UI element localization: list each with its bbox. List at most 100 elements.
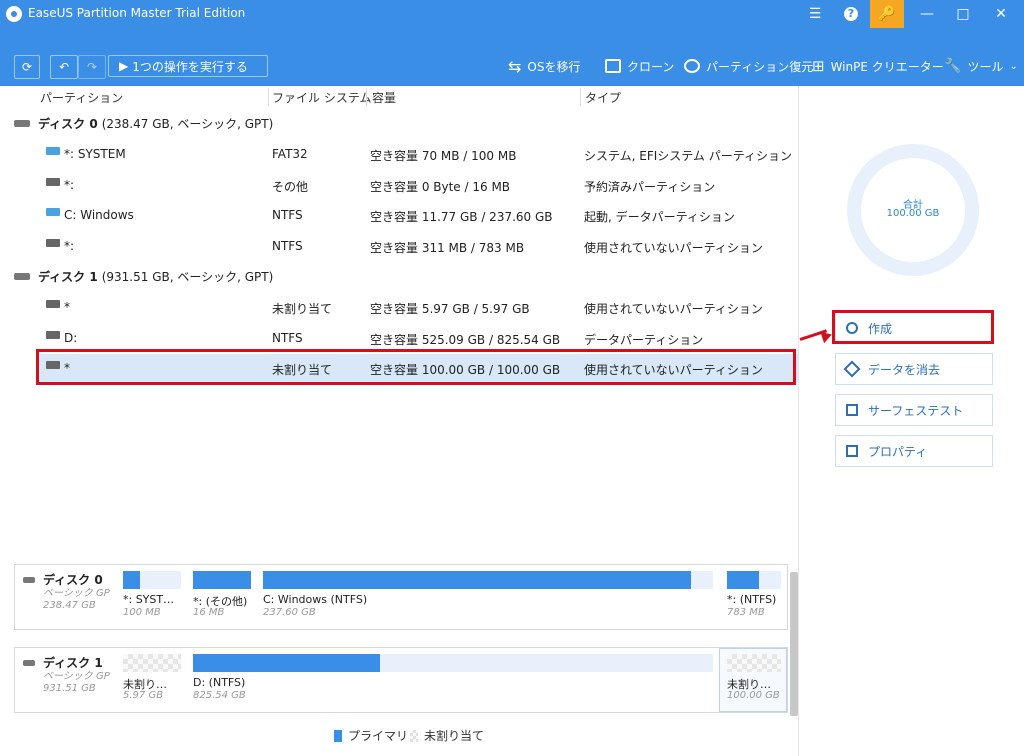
segment-size: 825.54 GB bbox=[193, 690, 246, 701]
partition-icon bbox=[46, 239, 60, 247]
partition-name: D: bbox=[64, 331, 78, 345]
partition-row[interactable]: *: その他 空き容量 0 Byte / 16 MB 予約済みパーティション bbox=[38, 171, 798, 199]
refresh-icon: ⟳ bbox=[21, 60, 33, 74]
refresh-button[interactable]: ⟳ bbox=[14, 55, 40, 79]
legend-primary-label: プライマリ bbox=[348, 729, 409, 743]
segment-usage-fill bbox=[193, 654, 381, 672]
partition-segment[interactable] bbox=[263, 571, 713, 589]
redo-icon: ↷ bbox=[86, 60, 98, 74]
clone-icon bbox=[605, 59, 621, 73]
partition-row[interactable]: * 未割り当て 空き容量 5.97 GB / 5.97 GB 使用されていないパ… bbox=[38, 293, 798, 321]
partition-row[interactable]: *: SYSTEM FAT32 空き容量 70 MB / 100 MB システム… bbox=[38, 140, 798, 168]
selection-highlight-box bbox=[36, 349, 796, 385]
segment-usage-fill bbox=[263, 571, 691, 589]
partition-segment[interactable] bbox=[727, 571, 781, 589]
disk-map-1[interactable]: ディスク 1 ベーシック GP 931.51 GB 未割り… 5.97 GB D… bbox=[14, 647, 788, 713]
disk-map-name: ディスク 1 bbox=[43, 656, 103, 670]
column-separator bbox=[366, 88, 367, 106]
legend-primary: プライマリ bbox=[334, 727, 408, 744]
partition-filesystem: 未割り当て bbox=[272, 302, 333, 316]
undo-icon: ↶ bbox=[58, 60, 70, 74]
surface-test-button[interactable]: サーフェステスト bbox=[835, 394, 993, 426]
os-migrate-button[interactable]: ⇆ OSを移行 bbox=[508, 56, 580, 76]
disk-title: ディスク 1 bbox=[38, 269, 98, 284]
properties-icon bbox=[846, 445, 858, 457]
segment-label: C: Windows (NTFS) bbox=[263, 593, 368, 606]
surface-test-label: サーフェステスト bbox=[868, 403, 964, 418]
partition-filesystem: NTFS bbox=[272, 239, 303, 253]
wipe-data-button[interactable]: データを消去 bbox=[835, 353, 993, 385]
segment-size: 100.00 GB bbox=[727, 690, 780, 701]
minimize-icon[interactable]: — bbox=[908, 0, 946, 28]
disk-map-scrollbar[interactable] bbox=[790, 572, 798, 716]
column-separator bbox=[268, 88, 269, 106]
disk-map-size: 931.51 GB bbox=[43, 683, 96, 694]
maximize-icon[interactable]: □ bbox=[944, 0, 982, 28]
legend-unallocated-swatch bbox=[410, 729, 418, 742]
license-key-icon[interactable]: 🔑 bbox=[870, 0, 904, 28]
partition-filesystem: FAT32 bbox=[272, 147, 308, 161]
undo-button[interactable]: ↶ bbox=[50, 55, 78, 79]
partition-recovery-button[interactable]: パーティション復元 bbox=[684, 56, 813, 76]
partition-icon bbox=[46, 147, 60, 155]
menu-icon[interactable]: ☰ bbox=[796, 0, 834, 28]
partition-segment[interactable] bbox=[193, 571, 251, 589]
column-header-partition[interactable]: パーティション bbox=[40, 89, 123, 106]
disk-map-kind: ベーシック GP bbox=[43, 671, 110, 682]
partition-name: * bbox=[64, 300, 70, 314]
redo-button[interactable]: ↷ bbox=[78, 55, 106, 79]
partition-icon bbox=[46, 178, 60, 186]
wrench-icon: 🔧 bbox=[944, 58, 962, 74]
partition-name: *: bbox=[64, 239, 75, 253]
disk-icon bbox=[14, 272, 30, 280]
column-header-capacity[interactable]: 容量 bbox=[372, 89, 396, 106]
column-header-type[interactable]: タイプ bbox=[585, 89, 621, 106]
legend-unallocated-label: 未割り当て bbox=[424, 729, 485, 743]
partition-row[interactable]: D: NTFS 空き容量 525.09 GB / 825.54 GB データパー… bbox=[38, 324, 798, 352]
partition-row[interactable]: C: Windows NTFS 空き容量 11.77 GB / 237.60 G… bbox=[38, 201, 798, 229]
eraser-icon bbox=[843, 360, 861, 378]
unallocated-segment-selected[interactable] bbox=[727, 654, 781, 672]
disk-row-1[interactable]: ディスク 1 (931.51 GB, ベーシック, GPT) bbox=[14, 266, 273, 286]
winpe-creator-button[interactable]: ⊞ WinPE クリエーター bbox=[812, 56, 944, 76]
column-header-filesystem[interactable]: ファイル システム bbox=[272, 89, 371, 106]
partition-row[interactable]: *: NTFS 空き容量 311 MB / 783 MB 使用されていないパーテ… bbox=[38, 232, 798, 260]
partition-segment[interactable] bbox=[193, 654, 713, 672]
partition-capacity: 空き容量 5.97 GB / 5.97 GB bbox=[370, 302, 530, 316]
segment-usage-fill bbox=[727, 571, 760, 589]
disk-row-0[interactable]: ディスク 0 (238.47 GB, ベーシック, GPT) bbox=[14, 113, 273, 133]
partition-filesystem: その他 bbox=[272, 180, 309, 194]
properties-button[interactable]: プロパティ bbox=[835, 435, 993, 467]
segment-size: 5.97 GB bbox=[123, 690, 164, 701]
partition-segment[interactable] bbox=[123, 571, 181, 589]
disk-map-0[interactable]: ディスク 0 ベーシック GP 238.47 GB *: SYST… 100 M… bbox=[14, 564, 788, 630]
operations-panel: 合計 100.00 GB 作成 データを消去 サーフェステスト プロパティ bbox=[798, 86, 1024, 756]
clone-button[interactable]: クローン bbox=[605, 56, 674, 76]
toolbar: ⟳ ↶ ↷ ▶ 1つの操作を実行する ⇆ OSを移行 クローン パーティション復… bbox=[0, 46, 1024, 86]
partition-icon bbox=[46, 208, 60, 216]
tools-button[interactable]: 🔧 ツール ⌄ bbox=[944, 56, 1018, 76]
segment-size: 100 MB bbox=[123, 607, 161, 618]
legend-primary-swatch bbox=[334, 729, 342, 742]
partition-list: パーティション ファイル システム 容量 タイプ ディスク 0 (238.47 … bbox=[0, 86, 798, 556]
partition-recovery-label: パーティション復元 bbox=[706, 59, 814, 74]
disk-map-size: 238.47 GB bbox=[43, 600, 96, 611]
partition-type: 使用されていないパーティション bbox=[584, 241, 763, 255]
segment-size: 783 MB bbox=[727, 607, 765, 618]
help-icon[interactable]: ? bbox=[832, 0, 870, 28]
segment-usage-fill bbox=[123, 571, 141, 589]
close-icon[interactable]: ✕ bbox=[982, 0, 1020, 28]
play-icon: ▶ bbox=[119, 59, 129, 73]
partition-filesystem: NTFS bbox=[272, 208, 303, 222]
partition-type: システム, EFIシステム パーティション bbox=[584, 149, 793, 163]
partition-type: データパーティション bbox=[584, 333, 704, 347]
execute-operations-button[interactable]: ▶ 1つの操作を実行する bbox=[108, 55, 268, 77]
unallocated-segment[interactable] bbox=[123, 654, 181, 672]
capacity-donut: 合計 100.00 GB bbox=[847, 144, 979, 276]
windows-icon: ⊞ bbox=[812, 57, 825, 75]
partition-filesystem: NTFS bbox=[272, 331, 303, 345]
os-migrate-icon: ⇆ bbox=[508, 56, 522, 76]
disk-map-label: ディスク 1 ベーシック GP 931.51 GB bbox=[23, 654, 115, 695]
app-logo-icon bbox=[6, 6, 22, 22]
os-migrate-label: OSを移行 bbox=[527, 59, 581, 74]
